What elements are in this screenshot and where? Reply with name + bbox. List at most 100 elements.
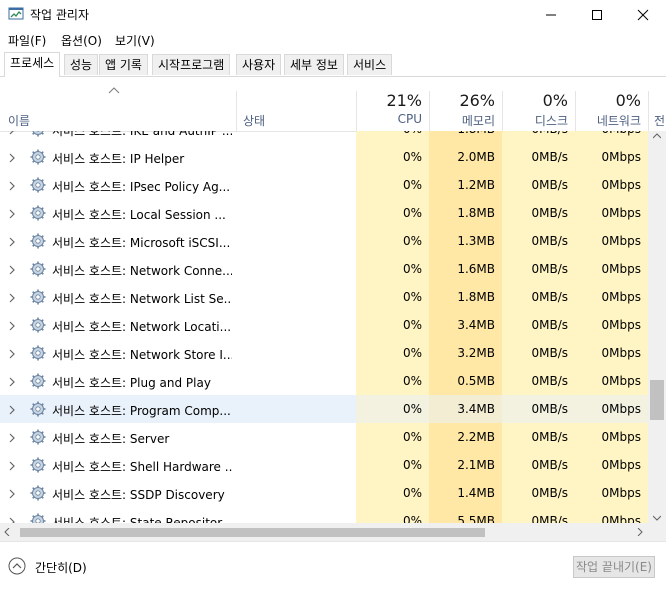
- table-row[interactable]: 서비스 호스트: IPsec Policy Ag...0%1.2MB0MB/s0…: [0, 171, 648, 199]
- service-gear-icon: [30, 233, 46, 249]
- table-row[interactable]: 서비스 호스트: Network Locati... 0% 3.4MB 0MB/s 0M…: [0, 311, 648, 339]
- menu-file[interactable]: 파일(F): [8, 32, 46, 49]
- column-divider: [648, 91, 649, 131]
- tab-users[interactable]: 사용자: [236, 54, 281, 75]
- table-row[interactable]: 서비스 호스트: Program Comp...0%3.4MB0MB/s0Mbp…: [0, 395, 648, 423]
- vertical-scroll-thumb[interactable]: [650, 380, 664, 420]
- network-value: 0Mbps: [575, 318, 641, 332]
- collapse-chevron-icon[interactable]: [8, 557, 26, 575]
- column-disk[interactable]: 디스크: [502, 112, 568, 129]
- expand-chevron-icon[interactable]: [9, 208, 15, 222]
- service-gear-icon: [30, 149, 46, 165]
- column-memory[interactable]: 메모리: [429, 112, 495, 129]
- memory-value: 1.4MB: [429, 486, 495, 500]
- column-power[interactable]: 전: [654, 112, 666, 129]
- table-row[interactable]: 서비스 호스트: SSDP Discovery0%1.4MB0MB/s0Mbps: [0, 479, 648, 507]
- end-task-button[interactable]: 작업 끝내기(E): [573, 556, 655, 578]
- sort-up-icon: [108, 87, 120, 94]
- cpu-value: 0%: [356, 514, 422, 523]
- menu-bar: 파일(F) 옵션(O) 보기(V): [0, 30, 666, 50]
- expand-chevron-icon[interactable]: [9, 180, 15, 194]
- cpu-value: 0%: [356, 290, 422, 304]
- table-row[interactable]: 서비스 호스트: IP Helper0%2.0MB0MB/s0Mbps: [0, 143, 648, 171]
- horizontal-scroll-thumb[interactable]: [20, 528, 485, 537]
- memory-value: 2.0MB: [429, 150, 495, 164]
- close-icon: [637, 9, 649, 21]
- network-value: 0Mbps: [575, 514, 641, 523]
- scroll-down-icon[interactable]: [653, 515, 661, 521]
- expand-chevron-icon[interactable]: [9, 460, 15, 474]
- network-value: 0Mbps: [575, 374, 641, 388]
- expand-chevron-icon[interactable]: [9, 488, 15, 502]
- process-name: 서비스 호스트: Microsoft iSCSI...: [52, 234, 232, 251]
- cpu-percent[interactable]: 21%: [356, 91, 422, 110]
- column-status[interactable]: 상태: [243, 112, 265, 129]
- service-gear-icon: [30, 429, 46, 445]
- memory-value: 3.4MB: [429, 318, 495, 332]
- close-button[interactable]: [620, 0, 666, 30]
- task-manager-icon: [8, 6, 24, 22]
- scroll-right-icon[interactable]: [637, 528, 643, 536]
- disk-value: 0MB/s: [502, 318, 568, 332]
- network-value: 0Mbps: [575, 150, 641, 164]
- table-row[interactable]: 서비스 호스트: Plug and Play0%0.5MB0MB/s0Mbps: [0, 367, 648, 395]
- tab-app-history[interactable]: 앱 기록: [99, 54, 148, 75]
- memory-percent[interactable]: 26%: [429, 91, 495, 110]
- network-value: 0Mbps: [575, 178, 641, 192]
- column-name[interactable]: 이름: [8, 112, 30, 129]
- expand-chevron-icon[interactable]: [9, 236, 15, 250]
- fewer-details-link[interactable]: 간단히(D): [35, 559, 87, 576]
- menu-view[interactable]: 보기(V): [115, 32, 155, 49]
- network-value: 0Mbps: [575, 458, 641, 472]
- disk-percent[interactable]: 0%: [502, 91, 568, 110]
- expand-chevron-icon[interactable]: [9, 264, 15, 278]
- memory-value: 3.2MB: [429, 346, 495, 360]
- scroll-left-icon[interactable]: [4, 528, 10, 536]
- network-value: 0Mbps: [575, 206, 641, 220]
- table-row[interactable]: 서비스 호스트: Network List Se...0%1.8MB0MB/s0…: [0, 283, 648, 311]
- expand-chevron-icon[interactable]: [9, 152, 15, 166]
- table-row[interactable]: 서비스 호스트: Server0%2.2MB0MB/s0Mbps: [0, 423, 648, 451]
- table-row[interactable]: 서비스 호스트: Network Store I...0%3.2MB0MB/s0…: [0, 339, 648, 367]
- column-header: 이름 상태 21% CPU 26% 메모리 0% 디스크 0% 네트워크 전: [0, 77, 666, 132]
- process-name: 서비스 호스트: Local Session ...: [52, 206, 232, 223]
- memory-value: 1.8MB: [429, 131, 495, 136]
- memory-value: 1.3MB: [429, 234, 495, 248]
- service-gear-icon: [30, 457, 46, 473]
- minimize-button[interactable]: [528, 0, 574, 30]
- expand-chevron-icon[interactable]: [9, 516, 15, 523]
- column-cpu[interactable]: CPU: [356, 112, 422, 126]
- disk-value: 0MB/s: [502, 234, 568, 248]
- vertical-scrollbar[interactable]: [648, 131, 666, 523]
- table-row[interactable]: 서비스 호스트: Shell Hardware ...0%2.1MB0MB/s0…: [0, 451, 648, 479]
- scroll-up-icon[interactable]: [653, 133, 661, 139]
- tab-details[interactable]: 세부 정보: [284, 54, 344, 75]
- expand-chevron-icon[interactable]: [9, 432, 15, 446]
- process-name: 서비스 호스트: Network Locati...: [52, 318, 232, 335]
- expand-chevron-icon[interactable]: [9, 292, 15, 306]
- table-row[interactable]: 서비스 호스트: Microsoft iSCSI...0%1.3MB0MB/s0…: [0, 227, 648, 255]
- cpu-value: 0%: [356, 346, 422, 360]
- column-network[interactable]: 네트워크: [575, 112, 641, 129]
- expand-chevron-icon[interactable]: [9, 320, 15, 334]
- process-name: 서비스 호스트: Network Conne...: [52, 262, 232, 279]
- expand-chevron-icon[interactable]: [9, 376, 15, 390]
- network-value: 0Mbps: [575, 346, 641, 360]
- menu-options[interactable]: 옵션(O): [61, 32, 102, 49]
- table-row[interactable]: 서비스 호스트: State Repositor...0%5.5MB0MB/s0…: [0, 507, 648, 523]
- network-percent[interactable]: 0%: [575, 91, 641, 110]
- table-row[interactable]: 서비스 호스트: IKE and AuthIP ...0%1.8MB0MB/s0…: [0, 131, 648, 143]
- expand-chevron-icon[interactable]: [9, 404, 15, 418]
- tab-processes[interactable]: 프로세스: [4, 52, 60, 77]
- cpu-value: 0%: [356, 318, 422, 332]
- process-name: 서비스 호스트: IKE and AuthIP ...: [52, 131, 232, 139]
- table-row[interactable]: 서비스 호스트: Local Session ...0%1.8MB0MB/s0M…: [0, 199, 648, 227]
- tab-services[interactable]: 서비스: [347, 54, 392, 75]
- maximize-button[interactable]: [574, 0, 620, 30]
- tab-performance[interactable]: 성능: [64, 54, 98, 75]
- tab-startup[interactable]: 시작프로그램: [152, 54, 230, 75]
- table-row[interactable]: 서비스 호스트: Network Conne...0%1.6MB0MB/s0Mb…: [0, 255, 648, 283]
- expand-chevron-icon[interactable]: [9, 131, 15, 138]
- network-value: 0Mbps: [575, 430, 641, 444]
- expand-chevron-icon[interactable]: [9, 348, 15, 362]
